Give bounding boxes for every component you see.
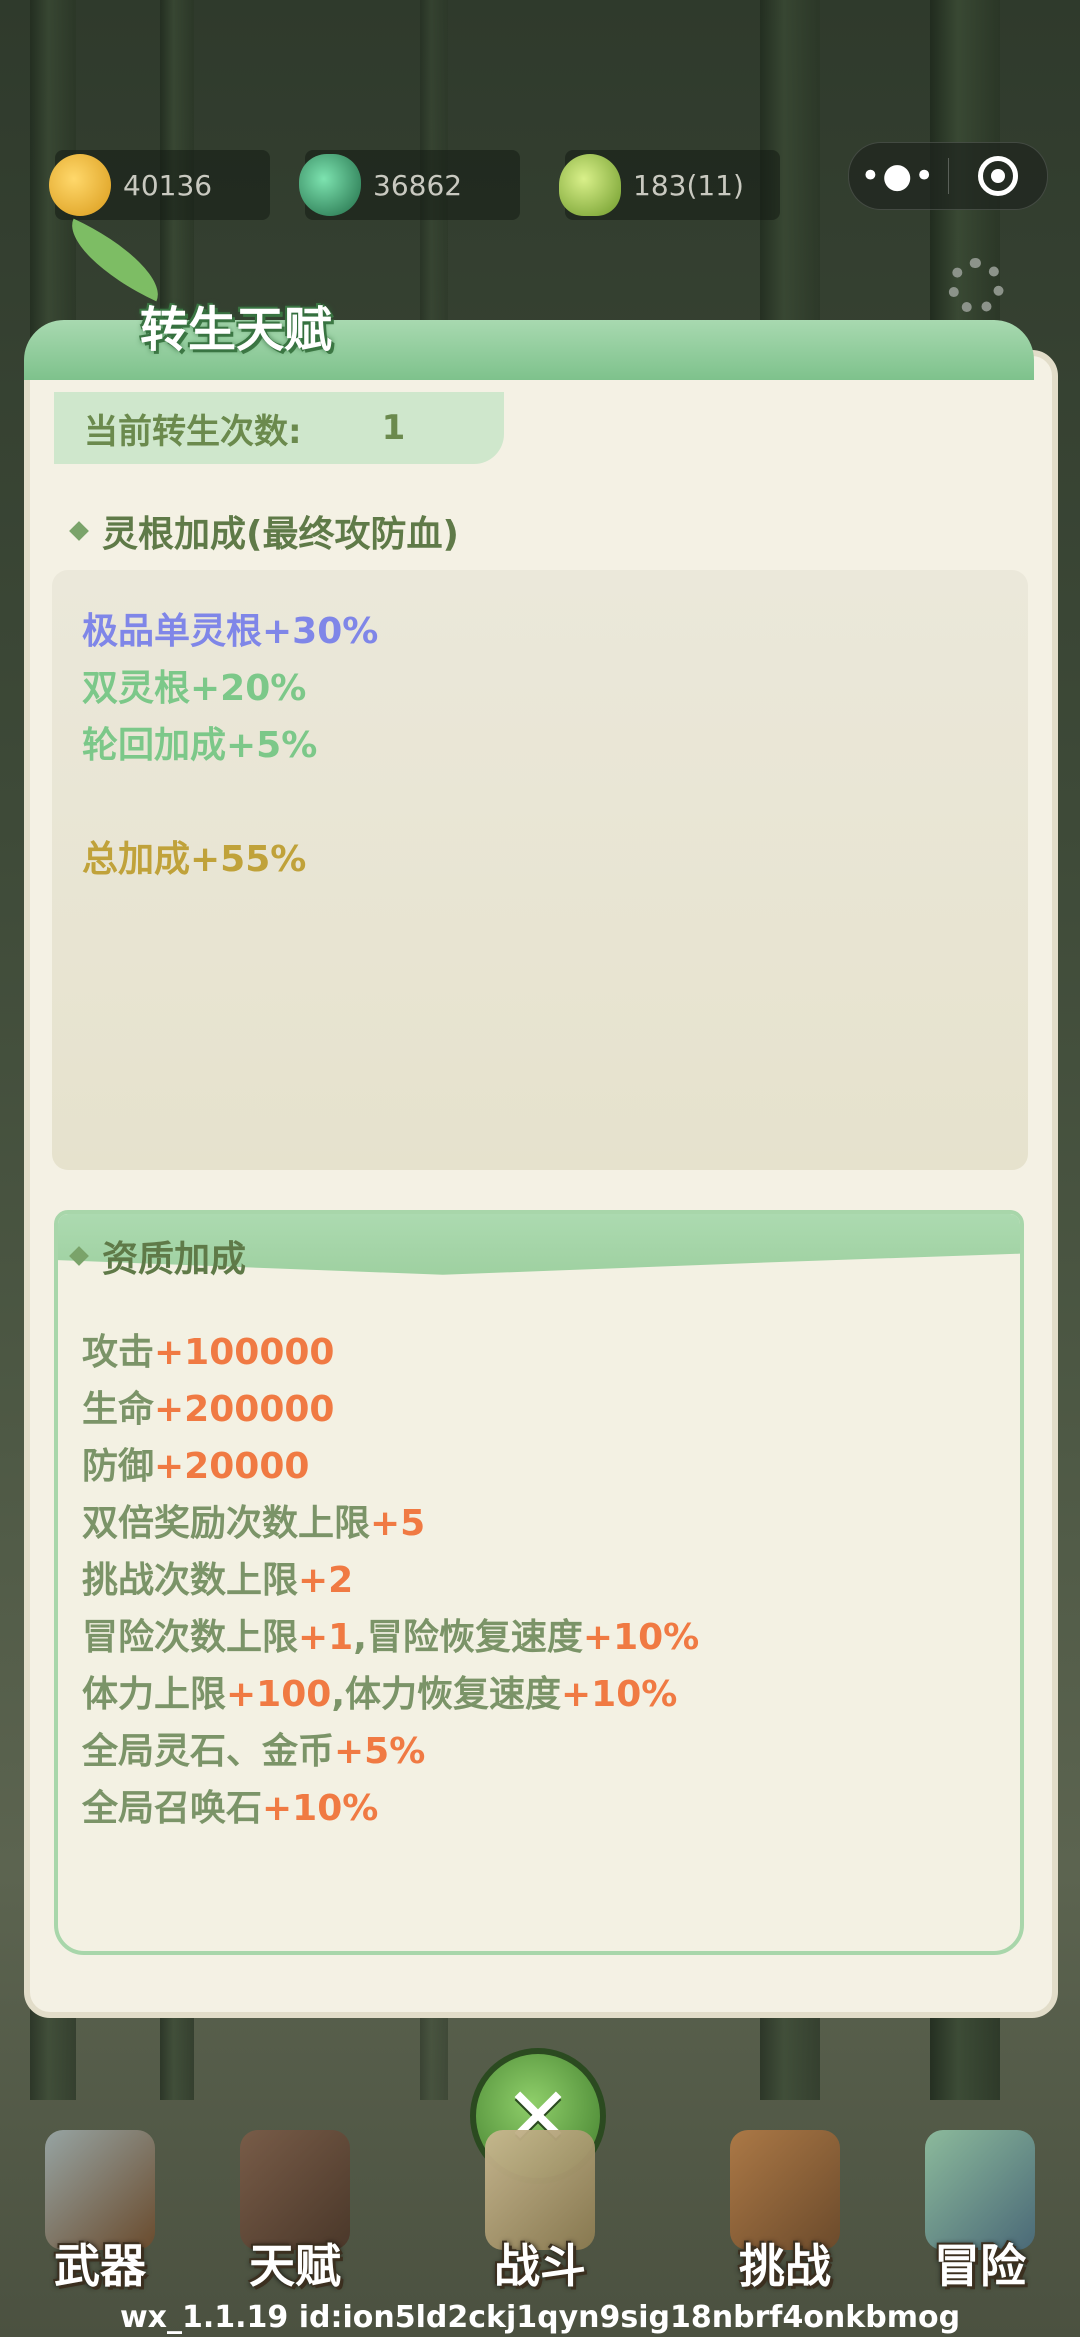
root-bonus-total: 总加成+55% [82, 839, 307, 880]
nav-adventure[interactable]: 冒险 [900, 2130, 1060, 2300]
rebirth-count-label: 当前转生次数: [84, 411, 302, 452]
aptitude-line: 体力上限+100,体力恢复速度+10% [82, 1674, 678, 1715]
rebirth-count-value: 1 [381, 408, 406, 448]
root-bonus-heading-text: 灵根加成(最终攻防血) [102, 514, 459, 555]
nav-battle[interactable]: 战斗 [460, 2130, 620, 2300]
aptitude-line: 冒险次数上限+1,冒险恢复速度+10% [82, 1617, 700, 1658]
bamboo-resource: 183(11) [559, 150, 780, 220]
aptitude-line: 全局灵石、金币+5% [82, 1731, 426, 1772]
target-icon[interactable] [949, 156, 1048, 196]
aptitude-line: 攻击+100000 [82, 1332, 335, 1373]
root-bonus-line: 双灵根+20% [82, 668, 307, 709]
gold-coin-icon [49, 154, 111, 216]
root-bonus-heading: 灵根加成(最终攻防血) [69, 505, 459, 557]
root-bonus-line: 轮回加成+5% [82, 725, 318, 766]
nav-weapon-label: 武器 [54, 2239, 146, 2293]
spirit-stone-resource: 36862 [299, 150, 520, 220]
rebirth-count-bar: 当前转生次数: 1 [54, 392, 504, 464]
nav-battle-label: 战斗 [494, 2239, 586, 2293]
aptitude-bonus-heading-text: 资质加成 [102, 1239, 247, 1280]
aptitude-line: 挑战次数上限+2 [82, 1560, 354, 1601]
aptitude-bonus-heading: 资质加成 [69, 1230, 247, 1282]
root-bonus-line: 极品单灵根+30% [82, 611, 379, 652]
spirit-stone-icon [299, 154, 361, 216]
nav-talent-label: 天赋 [249, 2239, 341, 2293]
gold-amount: 40136 [123, 168, 213, 202]
gold-resource: 40136 [49, 150, 270, 220]
nav-weapon[interactable]: 武器 [20, 2130, 180, 2300]
panel-title: 转生天赋 [140, 302, 333, 358]
version-id-footer: wx_1.1.19 id:ion5ld2ckj1qyn9sig18nbrf4on… [119, 2300, 961, 2335]
nav-talent[interactable]: 天赋 [215, 2130, 375, 2300]
bamboo-amount: 183(11) [633, 168, 744, 202]
gear-icon[interactable] [948, 258, 1004, 314]
miniprogram-capsule: •●• [848, 142, 1048, 210]
aptitude-line: 生命+200000 [82, 1389, 335, 1430]
aptitude-line: 全局召唤石+10% [82, 1788, 379, 1829]
nav-challenge-label: 挑战 [739, 2239, 831, 2293]
more-dots-icon[interactable]: •●• [849, 156, 948, 196]
nav-adventure-label: 冒险 [934, 2239, 1026, 2293]
aptitude-line: 双倍奖励次数上限+5 [82, 1503, 426, 1544]
nav-challenge[interactable]: 挑战 [705, 2130, 865, 2300]
aptitude-line: 防御+20000 [82, 1446, 310, 1487]
spirit-stone-amount: 36862 [373, 168, 463, 202]
bamboo-shoot-icon [559, 154, 621, 216]
diamond-bullet-icon [69, 1246, 89, 1266]
diamond-bullet-icon [69, 521, 89, 541]
